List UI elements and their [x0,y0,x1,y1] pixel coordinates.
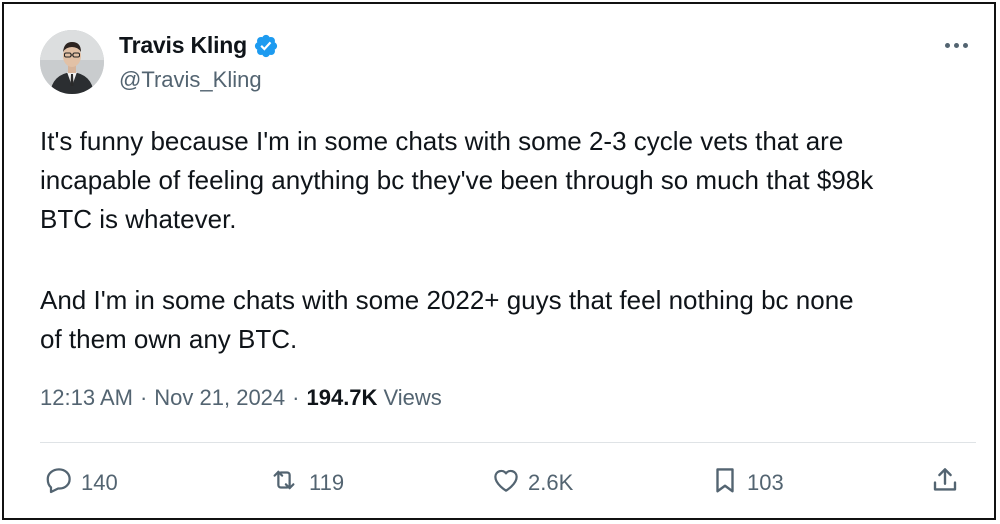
views-label[interactable]: Views [383,385,441,411]
repost-count: 119 [309,469,345,495]
divider [40,442,976,443]
like-button[interactable]: 2.6K [491,465,573,500]
bookmark-icon [710,465,740,500]
like-icon [491,465,521,500]
tweet-date[interactable]: Nov 21, 2024 [154,385,285,411]
reply-button[interactable]: 140 [44,465,118,500]
reply-count: 140 [81,469,118,495]
tweet-meta: 12:13 AM · Nov 21, 2024 · 194.7K Views [40,385,442,411]
reply-icon [44,465,74,500]
share-button[interactable] [930,465,960,500]
verified-badge-icon [253,33,279,59]
bookmark-count: 103 [747,469,784,495]
tweet-paragraph-1: It's funny because I'm in some chats wit… [40,126,874,234]
bookmark-button[interactable]: 103 [710,465,784,500]
repost-button[interactable]: 119 [266,465,344,500]
like-count: 2.6K [528,469,574,495]
author-name-row: Travis Kling [119,32,279,59]
author-name[interactable]: Travis Kling [119,32,247,59]
tweet-time[interactable]: 12:13 AM [40,385,133,411]
author-handle[interactable]: @Travis_Kling [119,67,262,93]
meta-separator: · [139,385,148,410]
avatar[interactable] [40,30,104,94]
more-options-icon[interactable] [942,38,972,52]
share-icon [930,465,960,500]
repost-icon [266,465,302,500]
tweet-card: Travis Kling @Travis_Kling It's funny be… [2,2,996,520]
meta-separator: · [292,385,300,410]
tweet-paragraph-2: And I'm in some chats with some 2022+ gu… [40,285,854,354]
views-count[interactable]: 194.7K [306,385,377,411]
